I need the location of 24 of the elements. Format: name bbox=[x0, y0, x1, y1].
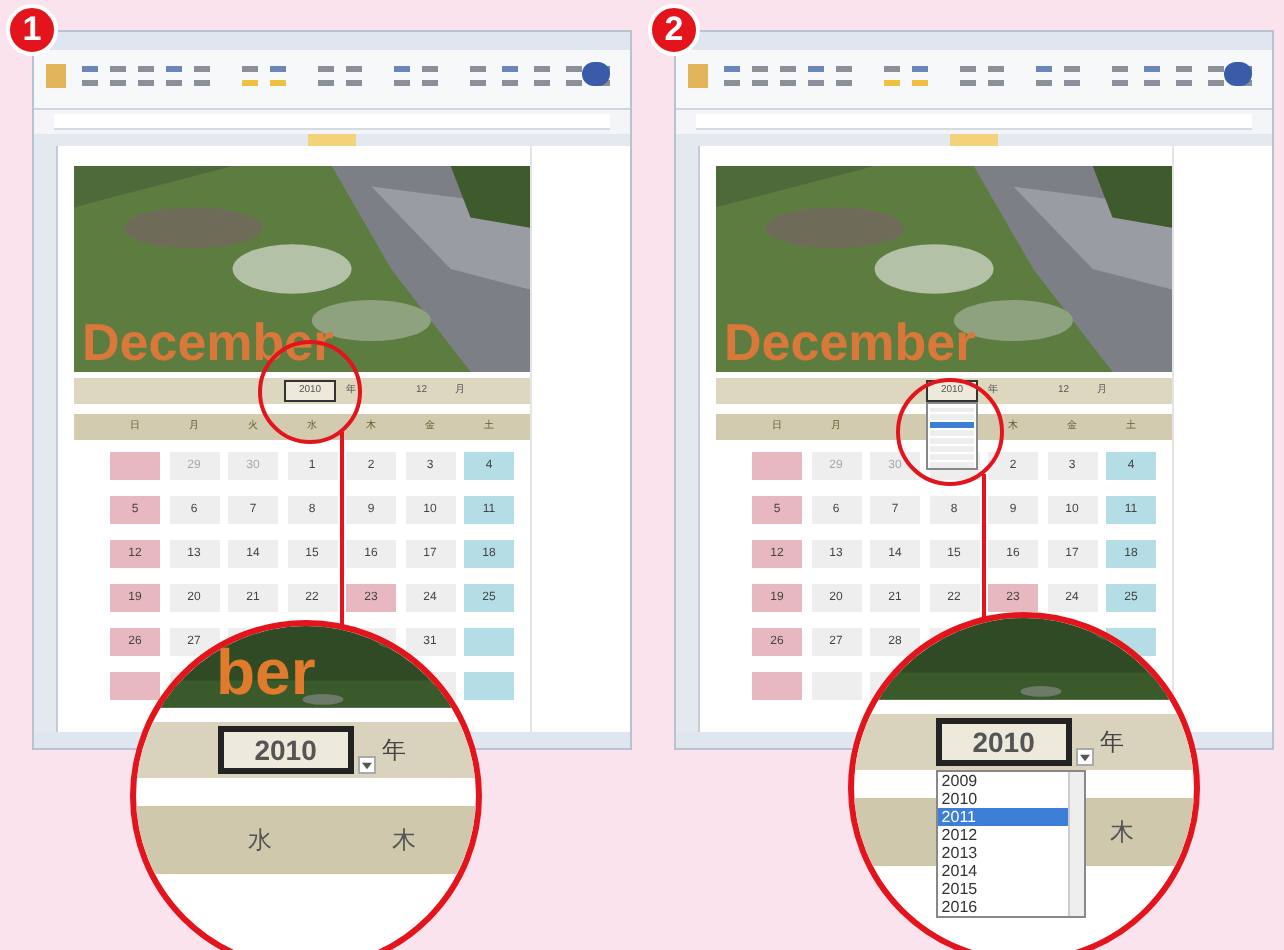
step-badge: 2 bbox=[648, 4, 700, 56]
year-dropdown-list[interactable] bbox=[926, 402, 978, 470]
month-title: December bbox=[82, 316, 334, 368]
dropdown-option[interactable]: 2015 bbox=[937, 880, 1068, 899]
dropdown-option[interactable]: 2009 bbox=[937, 772, 1068, 791]
weekday-header: 木 bbox=[392, 824, 416, 859]
dropdown-option[interactable]: 2014 bbox=[937, 862, 1068, 881]
dropdown-option[interactable]: 2016 bbox=[937, 898, 1068, 917]
month-title: December bbox=[724, 316, 976, 368]
dropdown-arrow-icon[interactable] bbox=[1075, 748, 1094, 767]
dropdown-arrow-icon[interactable] bbox=[357, 756, 376, 775]
weekday-header: 木 bbox=[1110, 816, 1134, 851]
step-badge: 1 bbox=[6, 4, 58, 56]
year-cell[interactable]: 2010 bbox=[935, 718, 1072, 766]
year-label: 年 bbox=[1099, 726, 1124, 761]
dropdown-option[interactable]: 2010 bbox=[937, 790, 1068, 809]
dropdown-option[interactable]: 2012 bbox=[937, 826, 1068, 845]
scrollbar[interactable] bbox=[1067, 772, 1084, 917]
year-cell[interactable]: 2010 bbox=[217, 726, 354, 774]
year-dropdown-list[interactable]: 2009 2010 2011 2012 2013 2014 2015 2016 bbox=[935, 770, 1086, 919]
weekday-header: 水 bbox=[248, 824, 272, 859]
dropdown-option[interactable]: 2013 bbox=[937, 844, 1068, 863]
year-label: 年 bbox=[381, 734, 406, 769]
dropdown-option[interactable]: 2011 bbox=[937, 808, 1068, 827]
